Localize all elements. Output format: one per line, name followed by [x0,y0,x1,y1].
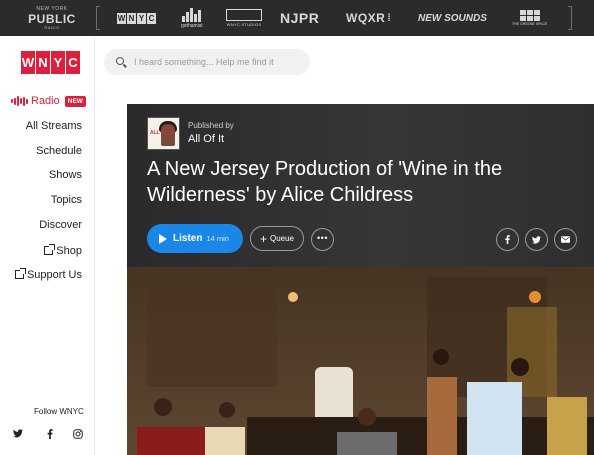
nypr-logo-line3: RADIO [44,24,60,30]
greene-space-link[interactable]: THE GREENE SPACE [512,0,547,36]
plus-icon: + [259,231,267,246]
bracket-left [96,6,100,30]
shop-label: Shop [56,245,82,257]
wnyc-network-letter: Y [137,12,146,24]
new-sounds-link[interactable]: NEW SOUNDS [418,0,487,36]
sidebar-item-shows[interactable]: Shows [49,169,82,181]
listen-button[interactable]: Listen 14 min [147,224,243,253]
sidebar-item-all-streams[interactable]: All Streams [26,120,82,132]
wnyc-logo[interactable]: W N Y C [21,51,80,74]
instagram-icon[interactable] [71,429,85,442]
share-facebook-button[interactable] [496,228,519,251]
radio-label: Radio [31,95,60,107]
thumb-show-text: ALL OF IT [150,130,174,136]
gothamist-link[interactable]: gothamist [181,0,203,36]
wnyc-network-letter: W [117,12,126,24]
new-badge: NEW [64,95,86,107]
logo-letter: C [66,51,80,74]
external-link-icon [44,244,56,255]
email-icon [561,236,570,243]
page: NEW YORK PUBLIC RADIO W N Y C gothamist … [0,0,594,455]
wnyc-studios-logo-icon [226,9,262,21]
episode-title: A New Jersey Production of 'Wine in the … [147,158,503,206]
facebook-icon[interactable] [43,429,57,442]
wqxr-link[interactable]: WQXR ⁞ [346,0,391,36]
support-label: Support Us [26,269,82,281]
play-icon [159,233,167,244]
share-twitter-button[interactable] [525,228,548,251]
show-thumbnail[interactable]: ALL OF IT [147,117,180,150]
sidebar-item-discover[interactable]: Discover [39,219,82,231]
nypr-logo-line1: NEW YORK [36,5,68,12]
twitter-icon[interactable] [11,429,25,441]
facebook-icon [505,235,510,244]
episode-header-overlay: ALL OF IT Published by All Of It A New J… [127,104,594,267]
sidebar-item-support[interactable]: Support Us [14,268,82,281]
wqxr-bars-icon: ⁞ [387,12,392,24]
gothamist-logo-icon [182,7,202,22]
sidebar-item-shop[interactable]: Shop [44,244,82,257]
queue-button[interactable]: + Queue [250,226,304,251]
logo-letter: Y [51,51,65,74]
logo-letter: W [21,51,35,74]
wnyc-network-letter: C [147,12,156,24]
nypr-logo-line2: PUBLIC [28,11,76,26]
episode-photo [127,267,594,455]
search-icon[interactable] [116,57,124,65]
radio-wave-icon [11,96,28,106]
wnyc-studios-label: WNYC STUDIOS [226,22,262,27]
more-options-button[interactable]: ••• [311,228,334,251]
follow-label: Follow WNYC [34,407,84,416]
sidebar-item-radio[interactable]: Radio NEW [11,95,86,107]
nypr-logo-link[interactable]: NEW YORK PUBLIC RADIO [24,0,80,36]
logo-letter: N [36,51,50,74]
network-bar: NEW YORK PUBLIC RADIO W N Y C gothamist … [0,0,594,36]
gothamist-label: gothamist [181,22,203,29]
episode-hero: ALL OF IT Published by All Of It A New J… [127,104,594,455]
published-by-label: Published by [188,121,234,130]
wnyc-studios-link[interactable]: WNYC STUDIOS [226,0,262,36]
share-email-button[interactable] [554,228,577,251]
greene-space-label: THE GREENE SPACE [512,21,548,26]
sidebar-item-schedule[interactable]: Schedule [36,145,82,157]
external-link-icon [14,268,26,279]
sidebar-item-topics[interactable]: Topics [51,194,82,206]
twitter-icon [532,235,541,244]
wnyc-network-letter: N [127,12,136,24]
sidebar: W N Y C Radio NEW All Streams Schedule S… [0,36,95,455]
listen-label: Listen [173,233,203,244]
bracket-right [568,6,572,30]
queue-label: Queue [269,234,295,243]
listen-duration: 14 min [206,234,229,243]
greene-space-logo-icon [519,9,540,21]
search-input[interactable] [134,53,304,71]
show-name-link[interactable]: All Of It [188,133,224,145]
njpr-link[interactable]: NJPR [280,0,319,36]
wnyc-network-logo: W N Y C [117,12,156,24]
wqxr-label: WQXR [346,11,386,25]
search-bar [104,49,310,75]
wnyc-network-link[interactable]: W N Y C [117,0,156,36]
